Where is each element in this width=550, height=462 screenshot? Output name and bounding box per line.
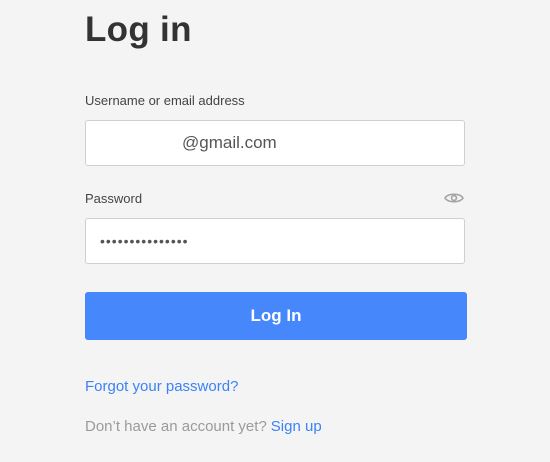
eye-icon[interactable] [444, 191, 464, 205]
signup-row: Don’t have an account yet? Sign up [85, 418, 322, 436]
page-title: Log in [85, 10, 192, 49]
password-mask: ••••••••••••••• [100, 233, 189, 249]
signup-prompt: Don’t have an account yet? [85, 418, 267, 435]
password-label: Password [85, 191, 143, 206]
password-field[interactable]: ••••••••••••••• [85, 218, 465, 264]
username-label: Username or email address [85, 93, 245, 108]
username-input[interactable] [85, 120, 465, 166]
signup-link[interactable]: Sign up [271, 418, 322, 435]
login-button[interactable]: Log In [85, 292, 467, 340]
forgot-password-link[interactable]: Forgot your password? [85, 378, 238, 396]
